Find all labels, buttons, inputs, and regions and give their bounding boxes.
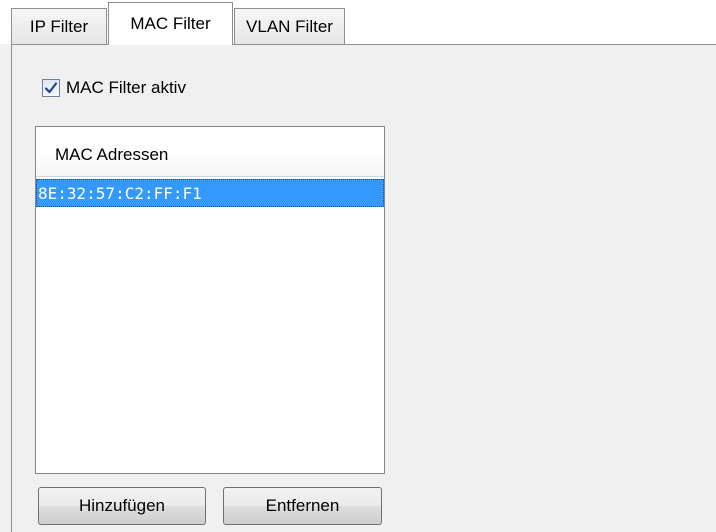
tab-vlan-filter-label: VLAN Filter xyxy=(246,16,333,36)
mac-filter-enabled-label: MAC Filter aktiv xyxy=(66,78,186,97)
tab-strip: IP Filter MAC Filter VLAN Filter xyxy=(0,0,716,45)
tab-mac-filter-label: MAC Filter xyxy=(130,14,211,33)
add-button-label: Hinzufügen xyxy=(78,496,165,515)
mac-address-list[interactable]: MAC Adressen 8E:32:57:C2:FF:F1 xyxy=(35,126,385,474)
mac-filter-enabled-checkbox[interactable]: MAC Filter aktiv xyxy=(42,77,186,99)
tab-vlan-filter[interactable]: VLAN Filter xyxy=(234,8,345,44)
remove-button-label: Entfernen xyxy=(265,496,340,515)
tab-ip-filter-label: IP Filter xyxy=(29,16,89,36)
tab-mac-filter[interactable]: MAC Filter xyxy=(108,2,233,45)
tab-ip-filter[interactable]: IP Filter xyxy=(11,8,107,44)
checkmark-icon[interactable] xyxy=(42,79,60,97)
mac-address-value: 8E:32:57:C2:FF:F1 xyxy=(38,183,202,203)
filter-dialog: IP Filter MAC Filter VLAN Filter MAC Fil… xyxy=(0,0,716,532)
list-item[interactable]: 8E:32:57:C2:FF:F1 xyxy=(36,179,384,207)
mac-address-column-label: MAC Adressen xyxy=(55,144,169,164)
remove-button[interactable]: Entfernen xyxy=(223,487,382,525)
mac-address-column-header[interactable]: MAC Adressen xyxy=(36,127,384,177)
add-button[interactable]: Hinzufügen xyxy=(38,487,206,525)
